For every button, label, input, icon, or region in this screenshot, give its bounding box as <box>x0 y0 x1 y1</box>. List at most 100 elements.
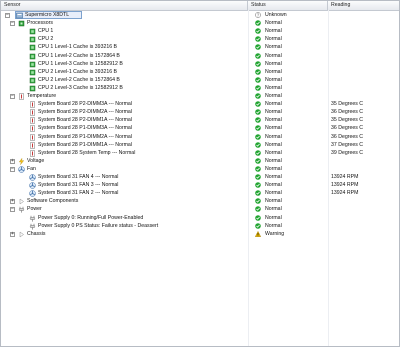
tree-row[interactable]: − Power Normal <box>1 206 399 213</box>
sensor-label: CPU 2 <box>38 36 54 43</box>
tree-row[interactable]: − Temperature Normal <box>1 93 399 100</box>
ok-status-icon <box>255 166 261 172</box>
collapse-toggle[interactable]: − <box>10 166 15 172</box>
reading-value: 36 Degrees C <box>331 125 364 132</box>
sensor-label: System Board 28 P2-DIMM2A --- Normal <box>38 109 132 116</box>
status-text: Normal <box>265 101 282 108</box>
tree-row[interactable]: System Board 28 System Temp --- Normal No… <box>1 150 399 157</box>
sensor-label: CPU 1 Level-3 Cache is 12582912 B <box>38 60 123 67</box>
collapse-toggle[interactable]: − <box>5 13 10 18</box>
column-header-reading[interactable]: Reading <box>328 1 399 10</box>
cpu-icon <box>29 77 36 84</box>
sensor-label: System Board 28 P2-DIMM1A --- Normal <box>38 117 132 124</box>
sensor-label: CPU 2 Level-3 Cache is 12582912 B <box>38 84 123 91</box>
chassis-icon <box>18 231 25 238</box>
tree-row[interactable]: System Board 28 P1-DIMM2A --- Normal Norm… <box>1 134 399 141</box>
tree-row[interactable]: − Fan Normal <box>1 166 399 173</box>
sensor-label: System Board 31 FAN 3 --- Normal <box>38 182 119 189</box>
status-text: Normal <box>265 60 282 67</box>
tree-row[interactable]: CPU 1 Normal <box>1 28 399 35</box>
sensor-label: Supermicro X8DTL <box>25 12 70 18</box>
ok-status-icon <box>255 93 261 99</box>
tree-row[interactable]: CPU 2 Level-3 Cache is 12582912 B Normal <box>1 85 399 92</box>
chip-icon <box>18 20 25 27</box>
ok-status-icon <box>255 117 261 124</box>
ok-status-icon <box>255 76 261 83</box>
sensor-label: CPU 2 Level-1 Cache is 393216 B <box>38 68 118 75</box>
column-header-sensor[interactable]: Sensor <box>1 1 248 10</box>
ok-status-icon <box>255 85 261 91</box>
tree-row[interactable]: System Board 28 P2-DIMM2A --- Normal Norm… <box>1 109 399 116</box>
tree-row[interactable]: CPU 1 Level-1 Cache is 393216 B Normal <box>1 44 399 51</box>
sensor-label: System Board 28 System Temp --- Normal <box>38 149 136 156</box>
reading-value: 36 Degrees C <box>331 133 364 140</box>
server-icon <box>16 12 23 19</box>
collapse-toggle[interactable]: − <box>10 207 15 213</box>
collapse-toggle[interactable]: − <box>10 94 15 99</box>
expand-toggle[interactable]: + <box>10 158 15 164</box>
expand-toggle[interactable]: + <box>10 199 15 205</box>
status-text: Normal <box>265 214 282 221</box>
sensor-label: System Board 28 P1-DIMM3A --- Normal <box>38 125 132 132</box>
tree-row[interactable]: CPU 1 Level-2 Cache is 1572864 B Normal <box>1 53 399 60</box>
collapse-toggle[interactable]: − <box>10 21 15 27</box>
tree-row[interactable]: + Voltage Normal <box>1 157 399 165</box>
column-header-status[interactable]: Status <box>248 1 328 10</box>
status-text: Normal <box>265 125 282 132</box>
tree-row[interactable]: System Board 28 P1-DIMM3A --- Normal Norm… <box>1 125 399 133</box>
unknown-status-icon: ? <box>255 12 261 18</box>
reading-value: 39 Degrees C <box>331 149 364 156</box>
ok-status-icon <box>255 190 261 196</box>
status-text: Normal <box>265 44 282 51</box>
tree-row[interactable]: − Processors Normal <box>1 20 399 27</box>
tree-row[interactable]: CPU 2 Level-2 Cache is 1572864 B Normal <box>1 77 399 84</box>
tree-row[interactable]: + Chassis Warning <box>1 230 399 238</box>
tree-row[interactable]: − Supermicro X8DTL? Unknown <box>1 11 399 19</box>
status-text: Normal <box>265 52 282 59</box>
lightning-icon <box>18 157 25 165</box>
tree-row[interactable]: System Board 28 P2-DIMM3A --- Normal Norm… <box>1 101 399 108</box>
sensor-label: Temperature <box>27 93 57 99</box>
thermometer-icon <box>29 101 36 108</box>
tree-row[interactable]: System Board 31 FAN 3 --- Normal Normal 13… <box>1 182 399 189</box>
expand-toggle[interactable]: + <box>10 231 15 237</box>
ok-status-icon <box>255 125 261 132</box>
sensor-label: System Board 31 FAN 2 --- Normal <box>38 190 119 197</box>
status-text: Normal <box>265 28 282 35</box>
sensor-label: CPU 1 <box>38 28 54 35</box>
sensor-tree-table: Sensor Status Reading − Supermicro X8DTL?… <box>0 0 400 347</box>
tree-row[interactable]: CPU 2 Level-1 Cache is 393216 B Normal <box>1 69 399 76</box>
reading-value: 35 Degrees C <box>331 101 364 108</box>
tree-row[interactable]: + Software Components Normal <box>1 198 399 205</box>
sensor-label: CPU 1 Level-2 Cache is 1572864 B <box>38 52 120 59</box>
power-icon <box>29 223 36 230</box>
tree-row[interactable]: CPU 1 Level-3 Cache is 12582912 B Normal <box>1 61 399 68</box>
ok-status-icon <box>255 68 261 75</box>
ok-status-icon <box>255 182 261 188</box>
warning-status-icon <box>254 230 262 237</box>
status-text: Normal <box>265 84 282 91</box>
cpu-icon <box>29 44 36 51</box>
tree-row[interactable]: CPU 2 Normal <box>1 36 399 43</box>
status-text: Normal <box>265 182 282 189</box>
tree-row[interactable]: System Board 31 FAN 4 --- Normal Normal 13… <box>1 174 399 181</box>
sensor-label: Power Supply 0 PS Status: Failure status… <box>38 222 159 229</box>
sensor-label: System Board 28 P1-DIMM1A --- Normal <box>38 141 132 148</box>
tree-row[interactable]: Power Supply 0 PS Status: Failure status… <box>1 223 399 230</box>
status-text: Normal <box>265 76 282 83</box>
status-text: Normal <box>265 190 282 197</box>
tree-row[interactable]: System Board 31 FAN 2 --- Normal Normal 13… <box>1 190 399 197</box>
status-text: Normal <box>265 109 282 116</box>
sensor-label: Power Supply 0: Running/Full Power-Enabl… <box>38 214 144 221</box>
ok-status-icon <box>255 44 261 51</box>
thermometer-icon <box>29 117 36 125</box>
tree-row[interactable]: System Board 28 P2-DIMM1A --- Normal Norm… <box>1 117 399 125</box>
cpu-icon <box>29 28 36 35</box>
ok-status-icon <box>255 109 261 115</box>
fan-icon <box>29 174 36 181</box>
tree-row[interactable]: System Board 28 P1-DIMM1A --- Normal Norm… <box>1 142 399 149</box>
status-text: Normal <box>265 157 282 164</box>
tree-row[interactable]: Power Supply 0: Running/Full Power-Enabl… <box>1 215 399 222</box>
sensor-label: CPU 2 Level-2 Cache is 1572864 B <box>38 76 120 83</box>
reading-value: 37 Degrees C <box>331 141 364 148</box>
